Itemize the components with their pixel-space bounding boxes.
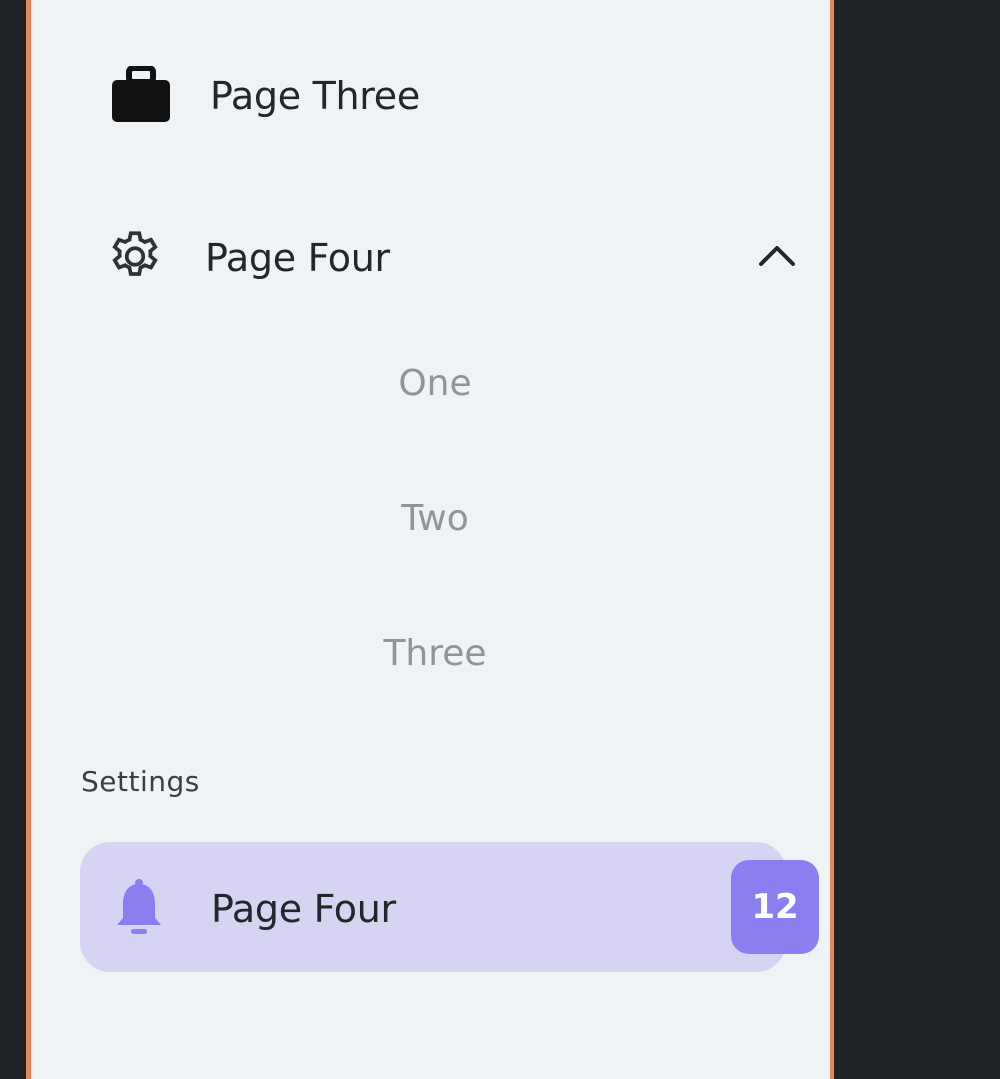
sidebar-item-settings-page-four[interactable]: Page Four 12 (80, 842, 819, 972)
sidebar-item-label: Page Four (211, 887, 396, 931)
sidebar-item-label: Page Four (205, 236, 390, 280)
submenu-item-three[interactable]: Three (31, 633, 839, 674)
sidebar-panel: Page Three Page Four One Two Three Setti… (26, 0, 834, 1079)
chevron-up-icon[interactable] (757, 242, 797, 272)
section-title-settings: Settings (81, 765, 200, 798)
sidebar-item-page-four[interactable]: Page Four (105, 222, 805, 298)
gear-icon (105, 226, 165, 292)
briefcase-icon (110, 65, 172, 128)
bell-icon (113, 878, 165, 942)
submenu-item-two[interactable]: Two (31, 498, 839, 539)
notification-count-badge: 12 (731, 860, 819, 954)
content-area (838, 0, 1000, 1079)
submenu-item-one[interactable]: One (31, 363, 839, 404)
sidebar-item-page-three[interactable]: Page Three (110, 60, 810, 136)
sidebar-item-label: Page Three (210, 74, 420, 118)
